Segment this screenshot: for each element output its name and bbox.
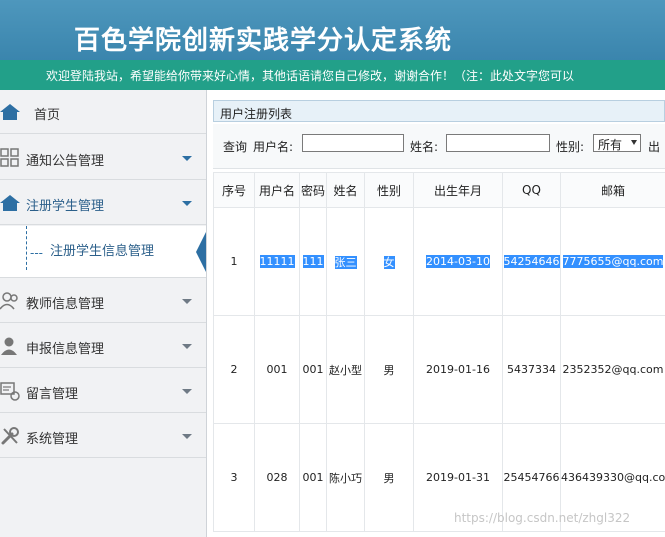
sidebar-subitem-student-info[interactable]: --- 注册学生信息管理 <box>0 226 206 278</box>
chevron-down-icon <box>182 434 192 439</box>
message-icon <box>0 382 20 401</box>
gender-select-value: 所有 <box>598 138 623 152</box>
sidebar-item-label: 通知公告管理 <box>26 154 105 169</box>
sidebar-item-label: 申报信息管理 <box>26 342 105 357</box>
table-row[interactable]: 1 11111 111 张三 女 2014-03-10 54254646 777… <box>213 207 665 316</box>
tools-icon <box>1 427 19 445</box>
gender-label: 性别: <box>556 140 585 154</box>
users-icon <box>0 292 18 310</box>
panel-title: 用户注册列表 <box>220 107 293 121</box>
welcome-marquee: 欢迎登陆我站，希望能给你带来好心情，其他话语请您自己修改，谢谢合作！（注：此处文… <box>0 60 665 90</box>
table-cell: 2019-01-16 <box>413 315 503 424</box>
tree-dash: --- <box>30 246 43 260</box>
sidebar-item-label: 教师信息管理 <box>26 297 105 312</box>
chevron-down-icon <box>182 156 192 161</box>
selected-text: 111 <box>302 255 324 268</box>
table-cell: 111 <box>299 207 327 316</box>
chevron-down-icon <box>182 344 192 349</box>
sidebar-item-label: 注册学生管理 <box>26 199 105 214</box>
query-label: 查询 <box>223 140 248 154</box>
table-cell: 2352352@qq.com <box>560 315 665 424</box>
app-header: 百色学院创新实践学分认定系统 <box>0 0 665 60</box>
table-cell: 54254646 <box>502 207 561 316</box>
sidebar-item-label: 留言管理 <box>26 387 79 402</box>
col-header[interactable]: 密码 <box>299 172 327 208</box>
sidebar-item-label: 系统管理 <box>26 432 79 447</box>
name-label: 姓名: <box>410 140 439 154</box>
table-cell: 5437334 <box>502 315 561 424</box>
name-input[interactable] <box>446 134 550 152</box>
table-cell: 028 <box>254 423 300 532</box>
table-cell: 张三 <box>326 207 365 316</box>
username-label: 用户名: <box>253 140 294 154</box>
table-cell: 2014-03-10 <box>413 207 503 316</box>
marquee-text: 欢迎登陆我站，希望能给你带来好心情，其他话语请您自己修改，谢谢合作！（注：此处文… <box>46 69 575 83</box>
main-content: 用户注册列表 查询 用户名: 姓名: 性别: 所有 出 序号 用户名 密码 姓名… <box>213 100 665 537</box>
chevron-down-icon <box>182 201 192 206</box>
table-cell: 男 <box>364 423 414 532</box>
panel-title-bar: 用户注册列表 <box>213 100 665 122</box>
select-arrow-icon <box>631 140 637 145</box>
col-header[interactable]: 姓名 <box>326 172 365 208</box>
sidebar-item-applications[interactable]: 申报信息管理 <box>0 324 206 368</box>
sidebar-item-notices[interactable]: 通知公告管理 <box>0 136 206 180</box>
sidebar: 首页 通知公告管理 注册学生管理 --- 注册学生信息管理 教师信息管理 申报信… <box>0 90 207 537</box>
sidebar-item-teachers[interactable]: 教师信息管理 <box>0 279 206 323</box>
selected-text: 2014-03-10 <box>426 255 490 268</box>
selected-text: 7775655@qq.com <box>562 255 664 268</box>
table-row[interactable]: 2 001 001 赵小型 男 2019-01-16 5437334 23523… <box>213 315 665 424</box>
chevron-down-icon <box>182 389 192 394</box>
selected-text: 54254646 <box>503 255 560 268</box>
chevron-down-icon <box>182 299 192 304</box>
username-input[interactable] <box>302 134 404 152</box>
active-indicator-icon <box>196 232 206 272</box>
table-cell: 2 <box>213 315 255 424</box>
home-icon <box>0 195 20 211</box>
table-cell: 11111 <box>254 207 300 316</box>
sidebar-item-system[interactable]: 系统管理 <box>0 414 206 458</box>
table-cell: 001 <box>299 423 327 532</box>
table-cell: 赵小型 <box>326 315 365 424</box>
table-cell: 陈小巧 <box>326 423 365 532</box>
selected-text: 女 <box>383 255 395 269</box>
gender-select[interactable]: 所有 <box>593 134 641 152</box>
grid-icon <box>0 148 19 167</box>
home-icon <box>0 104 20 120</box>
sidebar-item-students[interactable]: 注册学生管理 <box>0 181 206 225</box>
sidebar-item-messages[interactable]: 留言管理 <box>0 369 206 413</box>
sidebar-item-home[interactable]: 首页 <box>0 90 206 134</box>
col-header[interactable]: 序号 <box>213 172 255 208</box>
table-header-row: 序号 用户名 密码 姓名 性别 出生年月 QQ 邮箱 <box>213 172 665 208</box>
table-cell: 001 <box>254 315 300 424</box>
user-icon <box>1 337 17 355</box>
table-cell: 1 <box>213 207 255 316</box>
table-cell: 001 <box>299 315 327 424</box>
search-button-partial[interactable]: 出 <box>648 138 660 155</box>
app-title: 百色学院创新实践学分认定系统 <box>74 26 453 56</box>
sidebar-subitem-label: 注册学生信息管理 <box>50 244 155 259</box>
col-header[interactable]: 性别 <box>364 172 414 208</box>
col-header[interactable]: 出生年月 <box>413 172 503 208</box>
col-header[interactable]: 邮箱 <box>560 172 665 208</box>
selected-text: 张三 <box>334 255 357 269</box>
search-bar: 查询 用户名: 姓名: 性别: 所有 出 <box>213 124 665 169</box>
col-header[interactable]: QQ <box>502 172 561 208</box>
col-header[interactable]: 用户名 <box>254 172 300 208</box>
table-cell: 女 <box>364 207 414 316</box>
table-cell: 3 <box>213 423 255 532</box>
user-table: 序号 用户名 密码 姓名 性别 出生年月 QQ 邮箱 1 11111 111 张… <box>213 172 665 532</box>
selected-text: 11111 <box>259 255 295 268</box>
sidebar-item-label: 首页 <box>34 108 61 123</box>
tree-line <box>26 226 27 270</box>
table-cell: 男 <box>364 315 414 424</box>
watermark: https://blog.csdn.net/zhgl322 <box>454 511 631 525</box>
table-cell: 7775655@qq.com <box>560 207 665 316</box>
